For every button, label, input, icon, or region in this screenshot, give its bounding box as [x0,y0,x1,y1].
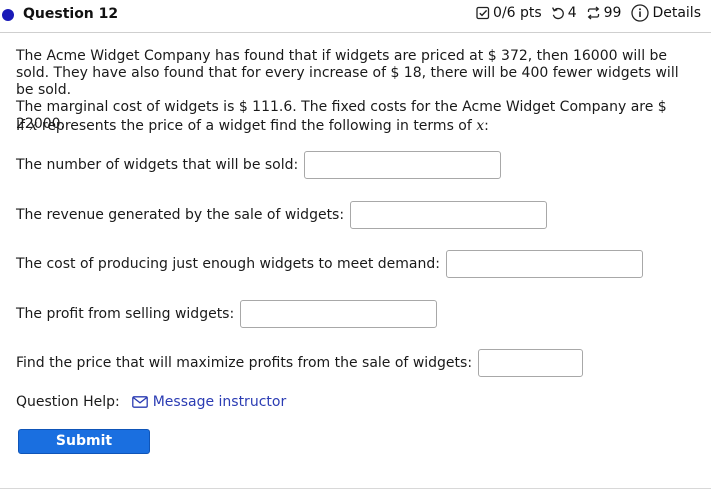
details-button[interactable]: Details [631,4,701,22]
undo-icon [551,7,564,20]
repeat-icon [587,6,599,20]
message-instructor-label: Message instructor [152,394,287,410]
instruction-line: If x represents the price of a widget fi… [16,118,489,134]
submit-question-button[interactable]: Submit Question [18,429,150,472]
field-label: The profit from selling widgets: [16,306,235,322]
instruction-mid: represents the price of a widget find th… [41,118,472,134]
field-label: The cost of producing just enough widget… [16,256,440,272]
bottom-divider [0,488,711,489]
instruction-prefix: If [16,118,26,134]
field-row-profit: The profit from selling widgets: [16,300,438,328]
instruction-variable-2: x [476,118,485,134]
question-help-label: Question Help: [16,394,120,410]
score-text: 0/6 pts [493,5,542,21]
attempts-item: 99 [586,5,622,21]
question-help: Question Help: Message instructor [16,394,286,410]
question-title: Question 12 [23,6,119,22]
field-label: The revenue generated by the sale of wid… [16,207,345,223]
envelope-icon [131,396,148,408]
max-price-input[interactable] [478,349,584,377]
field-row-number-sold: The number of widgets that will be sold: [16,151,502,179]
header-divider [0,32,711,33]
question-page: Question 12 0/6 pts 4 99 Details The Acm… [0,0,711,492]
info-icon [631,4,650,22]
field-label: Find the price that will maximize profit… [16,355,473,371]
field-row-revenue: The revenue generated by the sale of wid… [16,201,548,229]
instruction-variable: x [29,118,38,134]
cost-input[interactable] [445,250,643,278]
details-label: Details [652,5,701,21]
score-item: 0/6 pts [476,5,542,21]
header-meta: 0/6 pts 4 99 Details [470,4,701,22]
retries-item: 4 [551,5,577,21]
revenue-input[interactable] [350,201,548,229]
status-dot [2,9,14,21]
checkbox-icon [476,6,490,20]
field-row-cost: The cost of producing just enough widget… [16,250,643,278]
question-header: Question 12 0/6 pts 4 99 Details [0,0,711,29]
number-sold-input[interactable] [304,151,502,179]
message-instructor-link[interactable]: Message instructor [131,394,287,410]
field-label: The number of widgets that will be sold: [16,157,299,173]
field-row-max-price: Find the price that will maximize profit… [16,349,584,377]
instruction-suffix: : [484,118,489,134]
profit-input[interactable] [240,300,438,328]
retries-count: 4 [567,5,577,21]
attempts-count: 99 [603,5,622,21]
problem-line-1: The Acme Widget Company has found that i… [16,48,679,98]
